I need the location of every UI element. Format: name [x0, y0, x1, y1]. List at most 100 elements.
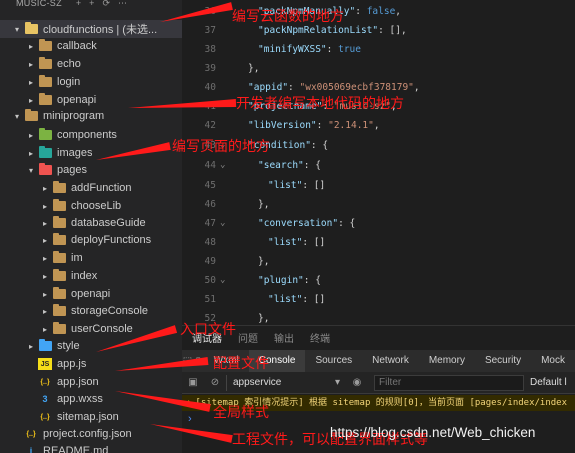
tree-item[interactable]: ▾ miniprogram: [0, 107, 182, 125]
code-line[interactable]: "list": []: [268, 237, 325, 248]
tree-item[interactable]: ▸ images: [0, 144, 182, 162]
line-number: 46: [204, 199, 216, 210]
tree-item-label: style: [57, 340, 80, 352]
tree-item[interactable]: ▸ style: [0, 337, 182, 355]
tree-item[interactable]: ▸ databaseGuide: [0, 214, 182, 232]
chevron-down-icon[interactable]: ▾: [12, 25, 22, 34]
tree-item[interactable]: JS app.js: [0, 355, 182, 373]
chevron-right-icon[interactable]: ▸: [40, 184, 50, 193]
chevron-right-icon[interactable]: ▸: [26, 42, 36, 51]
code-line[interactable]: "libVersion": "2.14.1",: [248, 120, 380, 131]
tab-output[interactable]: 输出: [274, 330, 294, 345]
tree-item[interactable]: ▸ deployFunctions: [0, 231, 182, 249]
code-line[interactable]: },: [258, 313, 269, 324]
tree-item[interactable]: {..} app.json: [0, 373, 182, 391]
tab-terminal[interactable]: 终端: [310, 330, 330, 345]
folder-icon: [24, 109, 38, 122]
chevron-right-icon[interactable]: ▸: [40, 219, 50, 228]
code-line[interactable]: "list": []: [268, 180, 325, 191]
tab-problems[interactable]: 问题: [238, 330, 258, 345]
new-file-icon[interactable]: +: [76, 0, 81, 7]
annotation-label: 配置文件: [213, 356, 269, 372]
chevron-down-icon[interactable]: ▾: [12, 112, 22, 121]
devtools-tab-security[interactable]: Security: [475, 350, 531, 372]
eye-icon[interactable]: ◉: [346, 377, 368, 388]
line-number: 44: [204, 160, 216, 171]
code-line[interactable]: "list": []: [268, 294, 325, 305]
log-level-select[interactable]: Default l: [530, 377, 567, 388]
tree-item[interactable]: ▸ index: [0, 267, 182, 285]
chevron-right-icon[interactable]: ▸: [26, 149, 36, 158]
tree-item[interactable]: ▸ chooseLib: [0, 197, 182, 215]
folder-icon: [52, 322, 66, 335]
devtools-tab-sources[interactable]: Sources: [305, 350, 362, 372]
code-line[interactable]: },: [258, 256, 269, 267]
line-number: 36: [204, 6, 216, 17]
devtools-tab-mock[interactable]: Mock: [531, 350, 575, 372]
tree-item-label: miniprogram: [43, 110, 105, 122]
chevron-right-icon[interactable]: ▸: [40, 272, 50, 281]
code-line[interactable]: "minifyWXSS": true: [258, 44, 361, 55]
line-number: 41: [204, 101, 216, 112]
fold-chevron-icon[interactable]: ⌄: [220, 275, 225, 285]
tree-item[interactable]: ▸ storageConsole: [0, 302, 182, 320]
line-number: 37: [204, 25, 216, 36]
chevron-right-icon[interactable]: ▸: [40, 254, 50, 263]
refresh-icon[interactable]: ⟳: [102, 0, 110, 7]
device-icon[interactable]: ▯: [193, 356, 204, 367]
tree-item[interactable]: {..} project.config.json: [0, 425, 182, 443]
chevron-right-icon[interactable]: ▸: [40, 202, 50, 211]
tree-item[interactable]: ▸ components: [0, 126, 182, 144]
chevron-right-icon[interactable]: ▸: [40, 325, 50, 334]
tree-item-label: cloudfunctions | (未选...: [43, 24, 158, 36]
chevron-right-icon[interactable]: ▸: [26, 60, 36, 69]
tree-item[interactable]: ▸ login: [0, 73, 182, 91]
json-file-icon: {..}: [40, 378, 50, 386]
style-folder-icon: [38, 339, 52, 352]
fold-chevron-icon[interactable]: ⌄: [220, 218, 225, 228]
code-line[interactable]: },: [258, 199, 269, 210]
tree-item[interactable]: ▾ pages: [0, 161, 182, 179]
code-line[interactable]: "conversation": {: [258, 218, 355, 229]
chevron-right-icon[interactable]: ▸: [40, 236, 50, 245]
tree-item-label: callback: [57, 40, 97, 52]
code-line[interactable]: "appid": "wx005069ecbf378179",: [248, 82, 420, 93]
tree-item[interactable]: 3 app.wxss: [0, 390, 182, 408]
chevron-right-icon[interactable]: ▸: [26, 78, 36, 87]
line-number: 39: [204, 63, 216, 74]
chevron-right-icon[interactable]: ▸: [26, 342, 36, 351]
markdown-file-icon: i: [29, 446, 33, 453]
code-line[interactable]: "plugin": {: [258, 275, 321, 286]
chevron-right-icon[interactable]: ▸: [26, 131, 36, 140]
chevron-right-icon[interactable]: ▸: [40, 290, 50, 299]
tree-item[interactable]: i README.md: [0, 442, 182, 453]
tree-item[interactable]: ▸ im: [0, 249, 182, 267]
new-folder-icon[interactable]: +: [89, 0, 94, 7]
clear-console-icon[interactable]: ⊘: [204, 377, 226, 388]
tree-item[interactable]: ▸ callback: [0, 37, 182, 55]
more-icon[interactable]: ⋯: [118, 0, 127, 7]
code-editor[interactable]: 36 "packNpmManually": false, 37 "packNpmRel…: [182, 0, 575, 325]
sidebar-toggle-icon[interactable]: ▣: [182, 377, 204, 388]
code-line[interactable]: "packNpmRelationList": [],: [258, 25, 407, 36]
tree-item[interactable]: ▸ openapi: [0, 285, 182, 303]
chevron-right-icon[interactable]: ▸: [40, 307, 50, 316]
console-prompt[interactable]: ›: [188, 413, 192, 425]
tree-item[interactable]: ▸ userConsole: [0, 320, 182, 338]
tree-item[interactable]: ▸ addFunction: [0, 179, 182, 197]
tree-item[interactable]: {..} sitemap.json: [0, 408, 182, 426]
code-line[interactable]: },: [248, 63, 259, 74]
chevron-right-icon[interactable]: ▸: [26, 96, 36, 105]
devtools-tab-memory[interactable]: Memory: [419, 350, 475, 372]
code-line[interactable]: "search": {: [258, 160, 321, 171]
filter-input[interactable]: [374, 374, 524, 391]
chevron-down-icon[interactable]: ▾: [26, 166, 36, 175]
devtools-tab-network[interactable]: Network: [362, 350, 419, 372]
context-select[interactable]: appservice: [226, 374, 346, 391]
inspect-icon[interactable]: ⬚: [182, 356, 193, 367]
tree-item[interactable]: ▸ echo: [0, 55, 182, 73]
tree-item-label: README.md: [43, 445, 109, 453]
tree-item[interactable]: ▾ cloudfunctions | (未选...: [0, 20, 182, 38]
fold-chevron-icon[interactable]: ⌄: [220, 160, 225, 170]
tree-item-label: project.config.json: [43, 428, 132, 440]
